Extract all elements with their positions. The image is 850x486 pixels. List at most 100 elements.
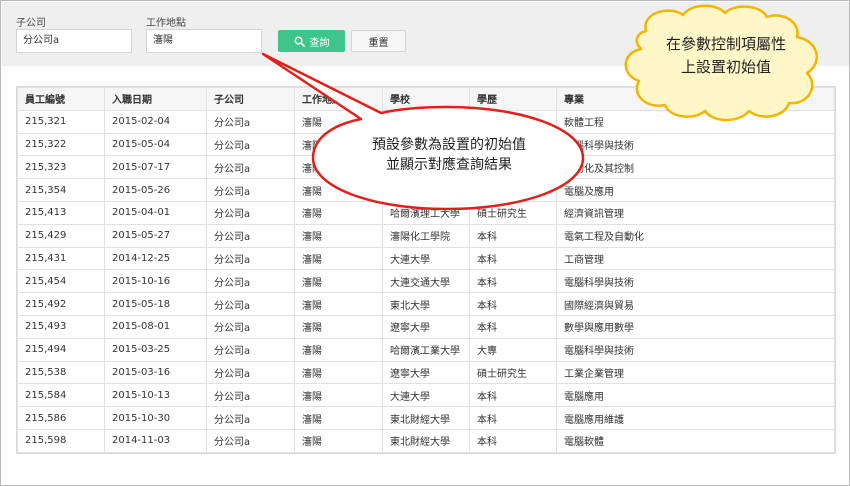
table-cell: 大連大學 [382, 383, 470, 408]
table-cell: 本科 [469, 314, 557, 339]
table-cell: 分公司a [206, 314, 295, 339]
table-cell: 分公司a [206, 337, 295, 362]
table-cell: 215,538 [17, 360, 105, 385]
table-cell: 本科 [469, 269, 557, 294]
table-cell: 哈爾濱工業大學 [382, 337, 470, 362]
table-cell: 瀋陽 [294, 292, 383, 316]
table-cell: 碩士研究生 [469, 360, 557, 385]
table-cell: 東北財經大學 [382, 428, 470, 453]
table-row: 215,413 2015-04-01 分公司a 瀋陽 哈爾濱理工大學 碩士研究生 經濟資訊管… [17, 200, 835, 225]
table-cell: 大連交通大學 [382, 269, 470, 294]
table-cell: 215,354 [17, 178, 105, 202]
column-header: 員工編號 [17, 87, 105, 111]
table-cell: 215,431 [17, 246, 105, 271]
cloud-text: 在參數控制項屬性 上設置初始值 [641, 33, 811, 78]
table-cell: 2015-05-26 [104, 178, 207, 202]
table-cell: 2015-10-13 [104, 383, 207, 408]
speech-line-2: 並顯示對應查詢結果 [386, 157, 512, 174]
table-cell: 分公司a [206, 406, 295, 430]
table-row: 215,321 2015-02-04 分公司a 瀋陽 軟體工程 [17, 109, 835, 134]
table-cell: 2015-03-16 [104, 360, 207, 385]
table-cell: 電腦應用維護 [556, 406, 835, 430]
table-cell: 215,584 [17, 383, 105, 408]
table-cell: 215,494 [17, 337, 105, 362]
table-cell: 電腦科學與技術 [556, 132, 835, 157]
reset-button[interactable]: 重置 [351, 30, 406, 52]
table-cell: 2015-05-27 [104, 223, 207, 248]
location-label: 工作地點 [146, 18, 186, 29]
table-cell: 瀋陽 [294, 337, 383, 362]
table-cell: 瀋陽 [294, 428, 383, 453]
table-cell: 分公司a [206, 132, 295, 157]
table-cell: 分公司a [206, 200, 295, 225]
table-cell: 分公司a [206, 428, 295, 453]
table-cell: 電腦軟體 [556, 428, 835, 453]
table-cell: 2015-10-30 [104, 406, 207, 430]
search-icon [294, 36, 305, 47]
table-cell: 分公司a [206, 383, 295, 408]
column-header: 學校 [382, 87, 470, 111]
table-cell: 2014-11-03 [104, 428, 207, 453]
table-cell: 瀋陽 [294, 314, 383, 339]
table-cell: 215,454 [17, 269, 105, 294]
column-header: 子公司 [206, 87, 295, 111]
table-cell: 215,323 [17, 155, 105, 180]
table-cell: 遼寧大學 [382, 314, 470, 339]
table-cell: 本科 [469, 406, 557, 430]
table-row: 215,354 2015-05-26 分公司a 瀋陽 電腦及應用 [17, 178, 835, 202]
table-cell: 軟體工程 [556, 109, 835, 134]
table-cell [469, 178, 557, 202]
table-cell: 分公司a [206, 360, 295, 385]
company-label: 子公司 [16, 18, 46, 29]
table-cell: 2015-03-25 [104, 337, 207, 362]
table-cell [382, 178, 470, 202]
table-cell: 碩士研究生 [469, 200, 557, 225]
table-cell: 215,321 [17, 109, 105, 134]
location-input[interactable]: 瀋陽 [146, 29, 262, 53]
reset-button-label: 重置 [368, 37, 389, 49]
table-cell: 經濟資訊管理 [556, 200, 835, 225]
table-cell: 分公司a [206, 109, 295, 134]
table-cell: 215,413 [17, 200, 105, 225]
table-row: 215,431 2014-12-25 分公司a 瀋陽 大連大學 本科 工商管理 [17, 246, 835, 271]
table-cell: 2015-04-01 [104, 200, 207, 225]
column-header: 工作地點 [294, 87, 383, 111]
table-row: 215,584 2015-10-13 分公司a 瀋陽 大連大學 本科 電腦應用 [17, 383, 835, 408]
table-cell: 自動化及其控制 [556, 155, 835, 180]
table-cell: 工商管理 [556, 246, 835, 271]
table-cell: 瀋陽 [294, 406, 383, 430]
table-cell: 電腦科學與技術 [556, 337, 835, 362]
table-cell: 瀋陽 [294, 200, 383, 225]
table-cell: 2015-07-17 [104, 155, 207, 180]
table-cell: 215,492 [17, 292, 105, 316]
table-row: 215,454 2015-10-16 分公司a 瀋陽 大連交通大學 本科 電腦科學與技術 [17, 269, 835, 294]
table-cell: 分公司a [206, 178, 295, 202]
table-cell: 2015-08-01 [104, 314, 207, 339]
table-cell: 分公司a [206, 223, 295, 248]
table-row: 215,493 2015-08-01 分公司a 瀋陽 遼寧大學 本科 數學與應用數學 [17, 314, 835, 339]
table-row: 215,598 2014-11-03 分公司a 瀋陽 東北財經大學 本科 電腦軟體 [17, 428, 835, 453]
column-header: 入職日期 [104, 87, 207, 111]
table-cell: 工業企業管理 [556, 360, 835, 385]
table-row: 215,494 2015-03-25 分公司a 瀋陽 哈爾濱工業大學 大專 電腦科學與技術 [17, 337, 835, 362]
column-header: 專業 [556, 87, 835, 111]
table-row: 215,492 2015-05-18 分公司a 瀋陽 東北大學 本科 國際經濟與貿易 [17, 292, 835, 316]
table-cell: 分公司a [206, 155, 295, 180]
table-header-row: 員工編號 入職日期 子公司 工作地點 學校 學歷 專業 [17, 87, 835, 111]
table-cell: 瀋陽 [294, 178, 383, 202]
table-cell: 215,598 [17, 428, 105, 453]
table-cell: 國際經濟與貿易 [556, 292, 835, 316]
table-cell: 2015-02-04 [104, 109, 207, 134]
table-cell: 215,322 [17, 132, 105, 157]
table-cell: 瀋陽 [294, 223, 383, 248]
cloud-line-2: 上設置初始值 [680, 57, 771, 76]
table-cell: 本科 [469, 292, 557, 316]
table-cell: 瀋陽化工學院 [382, 223, 470, 248]
table-cell: 215,429 [17, 223, 105, 248]
table-cell: 2014-12-25 [104, 246, 207, 271]
table-cell: 哈爾濱理工大學 [382, 200, 470, 225]
query-button[interactable]: 查詢 [278, 30, 345, 52]
table-cell: 本科 [469, 223, 557, 248]
company-input[interactable]: 分公司a [16, 29, 132, 53]
table-cell: 大專 [469, 337, 557, 362]
